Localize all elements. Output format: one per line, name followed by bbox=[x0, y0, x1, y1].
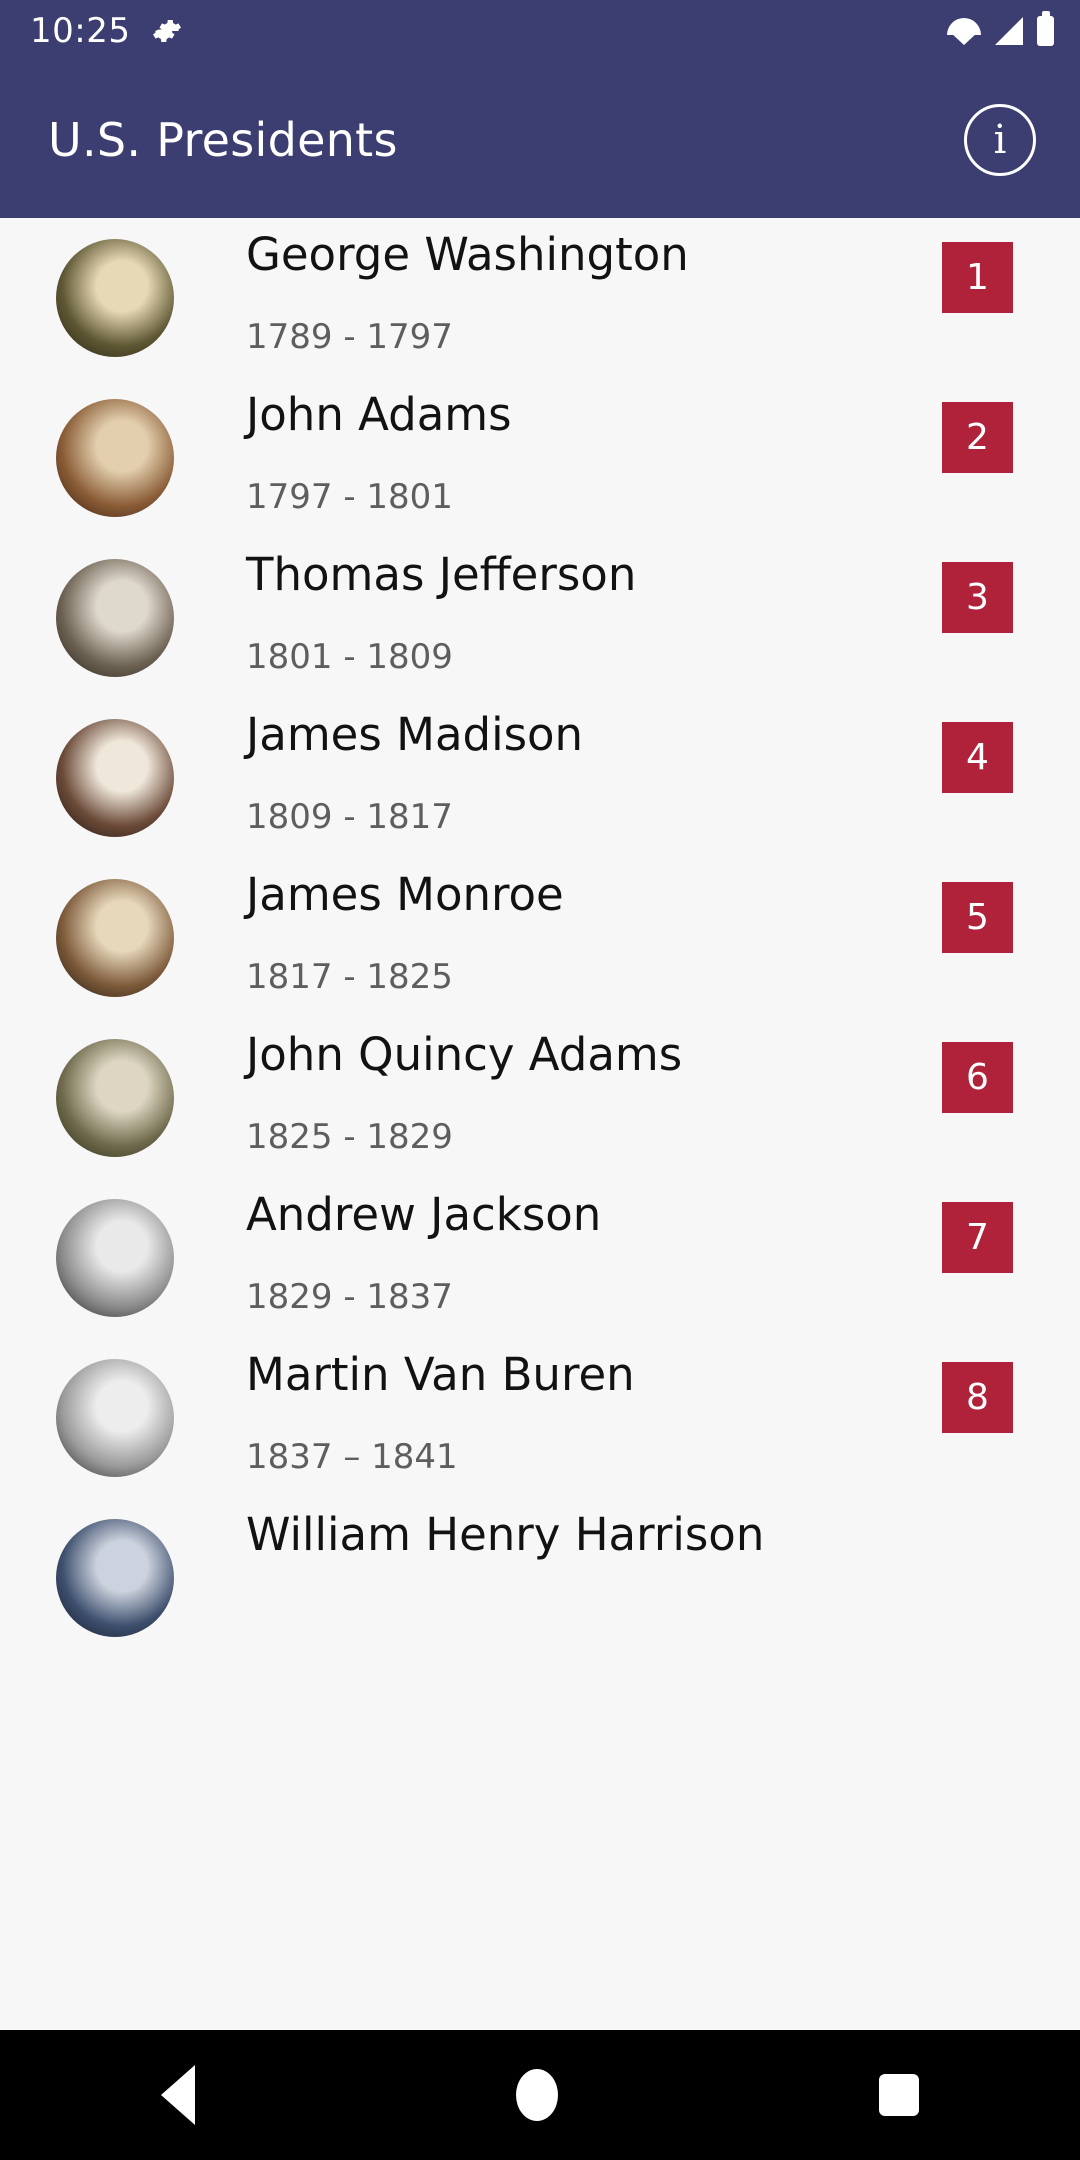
avatar-image bbox=[56, 719, 174, 837]
home-button-icon[interactable] bbox=[515, 2069, 558, 2121]
list-item[interactable]: Martin Van Buren 1837 – 1841 8 bbox=[0, 1338, 1080, 1498]
president-name: James Madison bbox=[246, 708, 584, 761]
avatar-image bbox=[56, 1039, 174, 1157]
list-item[interactable]: Andrew Jackson 1829 - 1837 7 bbox=[0, 1178, 1080, 1338]
president-number-badge: 4 bbox=[942, 722, 1013, 793]
president-name: Andrew Jackson bbox=[246, 1188, 602, 1241]
president-number-badge: 3 bbox=[942, 562, 1013, 633]
president-number-badge: 6 bbox=[942, 1042, 1013, 1113]
avatar-image bbox=[56, 1359, 174, 1477]
list-item[interactable]: George Washington 1789 - 1797 1 bbox=[0, 218, 1080, 378]
recents-button-icon[interactable] bbox=[879, 2074, 920, 2116]
list-item[interactable]: James Madison 1809 - 1817 4 bbox=[0, 698, 1080, 858]
portrait-thomas-jefferson-avatar bbox=[56, 559, 174, 677]
avatar-image bbox=[56, 1519, 174, 1637]
president-name: John Adams bbox=[246, 388, 512, 441]
president-years: 1797 - 1801 bbox=[246, 477, 453, 517]
status-clock: 10:25 bbox=[30, 11, 131, 51]
battery-icon bbox=[1037, 11, 1054, 46]
gear-icon bbox=[152, 16, 182, 46]
president-years: 1809 - 1817 bbox=[246, 797, 453, 837]
president-number-badge: 1 bbox=[942, 242, 1013, 313]
president-years: 1825 - 1829 bbox=[246, 1117, 453, 1157]
portrait-martin-van-buren-avatar bbox=[56, 1359, 174, 1477]
portrait-george-washington-avatar bbox=[56, 239, 174, 357]
signal-icon bbox=[995, 17, 1023, 45]
avatar-image bbox=[56, 239, 174, 357]
portrait-james-madison-avatar bbox=[56, 719, 174, 837]
portrait-james-monroe-avatar bbox=[56, 879, 174, 997]
list-item[interactable]: William Henry Harrison bbox=[0, 1498, 1080, 1658]
portrait-john-quincy-adams-avatar bbox=[56, 1039, 174, 1157]
president-years: 1801 - 1809 bbox=[246, 637, 453, 677]
president-name: James Monroe bbox=[246, 868, 564, 921]
president-number-badge: 5 bbox=[942, 882, 1013, 953]
avatar-image bbox=[56, 1199, 174, 1317]
info-icon[interactable]: i bbox=[964, 104, 1036, 176]
president-name: George Washington bbox=[246, 228, 689, 281]
president-years: 1837 – 1841 bbox=[246, 1437, 458, 1477]
list-item[interactable]: James Monroe 1817 - 1825 5 bbox=[0, 858, 1080, 1018]
list-item[interactable]: John Quincy Adams 1825 - 1829 6 bbox=[0, 1018, 1080, 1178]
president-number-badge: 7 bbox=[942, 1202, 1013, 1273]
app-bar: 10:25 U.S. Presidents i bbox=[0, 0, 1080, 218]
title-bar: U.S. Presidents i bbox=[0, 62, 1080, 218]
president-name: William Henry Harrison bbox=[246, 1508, 765, 1561]
president-number-badge: 8 bbox=[942, 1362, 1013, 1433]
president-years: 1789 - 1797 bbox=[246, 317, 453, 357]
wifi-icon bbox=[947, 18, 981, 45]
portrait-andrew-jackson-avatar bbox=[56, 1199, 174, 1317]
avatar-image bbox=[56, 399, 174, 517]
avatar-image bbox=[56, 559, 174, 677]
president-name: John Quincy Adams bbox=[246, 1028, 683, 1081]
back-button-icon[interactable] bbox=[160, 2065, 195, 2125]
status-bar-left: 10:25 bbox=[30, 14, 182, 48]
portrait-william-henry-harrison-avatar bbox=[56, 1519, 174, 1637]
info-icon-glyph: i bbox=[993, 117, 1007, 163]
president-name: Thomas Jefferson bbox=[246, 548, 637, 601]
list-item[interactable]: John Adams 1797 - 1801 2 bbox=[0, 378, 1080, 538]
president-years: 1817 - 1825 bbox=[246, 957, 453, 997]
system-nav-bar bbox=[0, 2030, 1080, 2160]
president-years: 1829 - 1837 bbox=[246, 1277, 453, 1317]
president-list[interactable]: George Washington 1789 - 1797 1 John Adams 1… bbox=[0, 218, 1080, 2030]
portrait-john-adams-avatar bbox=[56, 399, 174, 517]
president-name: Martin Van Buren bbox=[246, 1348, 635, 1401]
list-item[interactable]: Thomas Jefferson 1801 - 1809 3 bbox=[0, 538, 1080, 698]
president-number-badge: 2 bbox=[942, 402, 1013, 473]
page-title: U.S. Presidents bbox=[48, 113, 398, 167]
status-bar: 10:25 bbox=[0, 0, 1080, 62]
avatar-image bbox=[56, 879, 174, 997]
status-bar-right bbox=[947, 11, 1054, 46]
app-screen: 10:25 U.S. Presidents i George Washingto… bbox=[0, 0, 1080, 2160]
